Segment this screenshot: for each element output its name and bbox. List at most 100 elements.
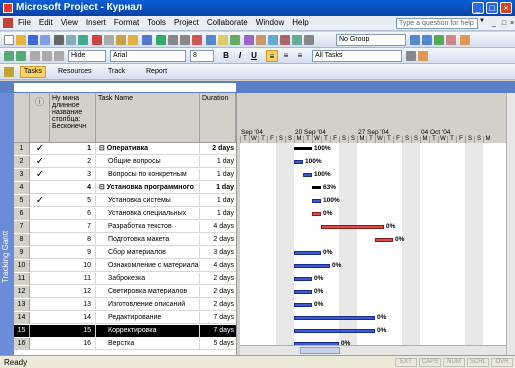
row-indicator[interactable] bbox=[30, 221, 50, 233]
show-subtasks-icon[interactable] bbox=[30, 51, 40, 61]
row-id[interactable]: 11 bbox=[14, 273, 30, 285]
row-number[interactable]: 1 bbox=[50, 143, 96, 155]
table-row[interactable]: 7 7 Разработка текстов 4 days bbox=[14, 221, 236, 233]
row-id[interactable]: 14 bbox=[14, 312, 30, 324]
bold-button[interactable]: B bbox=[220, 50, 232, 62]
row-number[interactable]: 2 bbox=[50, 156, 96, 168]
paste-icon[interactable] bbox=[116, 35, 126, 45]
row-indicator[interactable] bbox=[30, 299, 50, 311]
row-number[interactable]: 12 bbox=[50, 286, 96, 298]
doc-close-button[interactable]: × bbox=[508, 19, 515, 28]
row-duration[interactable]: 7 days bbox=[200, 312, 236, 324]
header-indicators[interactable]: ⓘ bbox=[30, 93, 50, 143]
spelling-icon[interactable] bbox=[78, 35, 88, 45]
project-guide-icon[interactable] bbox=[4, 67, 14, 77]
gantt-bar[interactable] bbox=[294, 160, 303, 164]
gantt-bar[interactable] bbox=[303, 173, 312, 177]
row-id[interactable]: 6 bbox=[14, 208, 30, 220]
font-select[interactable]: Arial bbox=[110, 50, 186, 62]
gantt-bar[interactable] bbox=[294, 303, 312, 307]
row-id[interactable]: 4 bbox=[14, 182, 30, 194]
row-indicator[interactable] bbox=[30, 182, 50, 194]
row-task-name[interactable]: ⊟ Оперативка bbox=[96, 143, 200, 155]
gantt-bar[interactable] bbox=[294, 251, 321, 255]
row-duration[interactable]: 2 days bbox=[200, 234, 236, 246]
gantt-bar[interactable] bbox=[375, 238, 393, 242]
row-duration[interactable]: 2 days bbox=[200, 143, 236, 155]
maximize-button[interactable]: □ bbox=[486, 2, 498, 14]
table-row[interactable]: 14 14 Редактирование 7 days bbox=[14, 312, 236, 324]
row-number[interactable]: 14 bbox=[50, 312, 96, 324]
align-right-button[interactable]: ≡ bbox=[294, 50, 306, 62]
row-number[interactable]: 15 bbox=[50, 325, 96, 337]
unlink-tasks-icon[interactable] bbox=[180, 35, 190, 45]
row-id[interactable]: 7 bbox=[14, 221, 30, 233]
gantt-bar[interactable] bbox=[294, 329, 375, 333]
horizontal-scrollbar[interactable] bbox=[240, 345, 506, 355]
align-center-button[interactable]: ≡ bbox=[280, 50, 292, 62]
task-notes-icon[interactable] bbox=[218, 35, 228, 45]
row-id[interactable]: 3 bbox=[14, 169, 30, 181]
underline-button[interactable]: U bbox=[248, 50, 260, 62]
document-icon[interactable] bbox=[3, 18, 13, 28]
row-duration[interactable]: 2 days bbox=[200, 286, 236, 298]
doc-restore-button[interactable]: □ bbox=[500, 19, 508, 28]
print-icon[interactable] bbox=[54, 35, 64, 45]
table-row[interactable]: 4 4 ⊟ Установка программного 1 day bbox=[14, 182, 236, 194]
zoom-in-icon[interactable] bbox=[410, 35, 420, 45]
menu-edit[interactable]: Edit bbox=[39, 18, 53, 27]
row-number[interactable]: 6 bbox=[50, 208, 96, 220]
table-row[interactable]: 5 ✓ 5 Установка системы 1 day bbox=[14, 195, 236, 207]
vertical-scrollbar[interactable] bbox=[506, 93, 515, 355]
calendar-icon[interactable] bbox=[268, 35, 278, 45]
menu-insert[interactable]: Insert bbox=[86, 18, 106, 27]
gantt-wizard-icon[interactable] bbox=[418, 51, 428, 61]
link-tasks-icon[interactable] bbox=[168, 35, 178, 45]
row-number[interactable]: 16 bbox=[50, 338, 96, 350]
row-indicator[interactable]: ✓ bbox=[30, 169, 50, 181]
menu-tools[interactable]: Tools bbox=[147, 18, 166, 27]
table-row[interactable]: 1 ✓ 1 ⊟ Оперативка 2 days bbox=[14, 143, 236, 155]
table-row[interactable]: 2 ✓ 2 Общие вопросы 1 day bbox=[14, 156, 236, 168]
assign-resources-icon[interactable] bbox=[230, 35, 240, 45]
indent-icon[interactable] bbox=[16, 51, 26, 61]
row-id[interactable]: 12 bbox=[14, 286, 30, 298]
header-number[interactable]: Ну мина длинное название столбца: Бескон… bbox=[50, 93, 96, 143]
row-task-name[interactable]: Установка системы bbox=[96, 195, 200, 207]
row-id[interactable]: 16 bbox=[14, 338, 30, 350]
row-task-name[interactable]: Разработка текстов bbox=[96, 221, 200, 233]
hyperlink-icon[interactable] bbox=[156, 35, 166, 45]
row-id[interactable]: 15 bbox=[14, 325, 30, 337]
row-number[interactable]: 4 bbox=[50, 182, 96, 194]
row-indicator[interactable] bbox=[30, 312, 50, 324]
row-indicator[interactable] bbox=[30, 338, 50, 350]
menu-collaborate[interactable]: Collaborate bbox=[207, 18, 248, 27]
row-duration[interactable]: 2 days bbox=[200, 299, 236, 311]
entry-field[interactable] bbox=[14, 83, 236, 92]
row-duration[interactable]: 5 days bbox=[200, 338, 236, 350]
copy-picture-icon[interactable] bbox=[256, 35, 266, 45]
table-row[interactable]: 8 8 Подготовка макета 2 days bbox=[14, 234, 236, 246]
gantt-bar[interactable] bbox=[294, 264, 330, 268]
grid-icon[interactable] bbox=[304, 35, 314, 45]
menu-view[interactable]: View bbox=[61, 18, 78, 27]
outdent-icon[interactable] bbox=[4, 51, 14, 61]
new-icon[interactable] bbox=[4, 35, 14, 45]
table-row[interactable]: 10 10 Ознакомление с материалами 4 days bbox=[14, 260, 236, 272]
menu-project[interactable]: Project bbox=[174, 18, 199, 27]
row-indicator[interactable]: ✓ bbox=[30, 195, 50, 207]
row-task-name[interactable]: Ознакомление с материалами bbox=[96, 260, 200, 272]
table-row[interactable]: 6 6 Установка специальных 1 day bbox=[14, 208, 236, 220]
row-task-name[interactable]: Редактирование bbox=[96, 312, 200, 324]
save-icon[interactable] bbox=[28, 35, 38, 45]
row-duration[interactable]: 1 day bbox=[200, 208, 236, 220]
row-number[interactable]: 5 bbox=[50, 195, 96, 207]
row-duration[interactable]: 1 day bbox=[200, 182, 236, 194]
row-id[interactable]: 10 bbox=[14, 260, 30, 272]
publish-icon[interactable] bbox=[244, 35, 254, 45]
undo-icon[interactable] bbox=[142, 35, 152, 45]
scroll-thumb[interactable] bbox=[300, 347, 340, 354]
table-row[interactable]: 16 16 Верстка 5 days bbox=[14, 338, 236, 350]
row-duration[interactable]: 7 days bbox=[200, 325, 236, 337]
gantt-bar[interactable] bbox=[294, 277, 312, 281]
